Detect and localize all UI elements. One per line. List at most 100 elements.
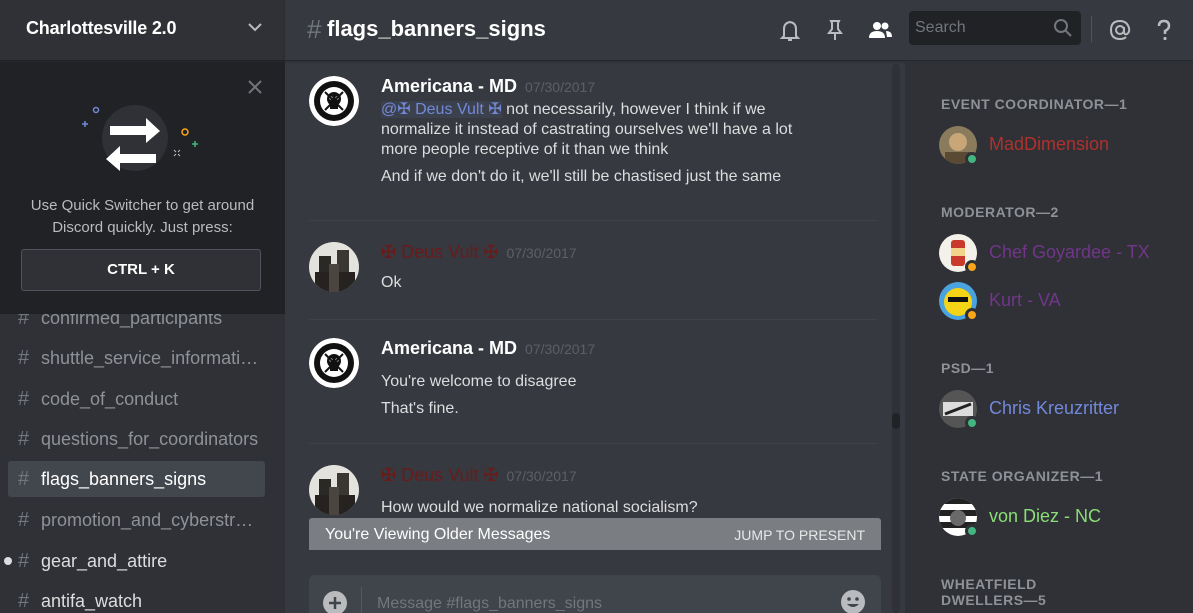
avatar[interactable] [309,338,359,388]
channel-promotion-and-cyberstrategy[interactable]: # promotion_and_cyberstrategy [8,502,265,538]
member-item[interactable]: Kurt - VA [939,280,1179,324]
author-name[interactable]: Americana - MD [381,338,517,358]
message-text: How would we normalize national socialis… [381,499,698,516]
message-timestamp: 07/30/2017 [506,245,577,261]
message-group: Americana - MD 07/30/2017 @✠ Deus Vult ✠ … [309,76,877,206]
emoji-icon[interactable] [839,588,867,613]
older-messages-text: You're Viewing Older Messages [325,526,551,543]
quick-switcher-shortcut: CTRL + K [21,249,261,291]
channel-title: flags_banners_signs [327,16,546,41]
member-name: Kurt - VA [989,290,1061,310]
message-text: That's fine. [381,400,459,417]
member-item[interactable]: Chris Kreuzritter [939,388,1179,432]
discord-window: Charlottesville 2.0 # confirmed_particip… [0,0,1193,613]
message-author[interactable]: Americana - MD 07/30/2017 [381,338,595,359]
members-icon[interactable] [867,17,893,43]
message-divider [309,319,877,320]
hash-icon: # [18,549,30,572]
role-header: WHEATFIELD DWELLERS—5 [941,576,1047,608]
message-text: normalize it instead of castrating ourse… [381,121,793,138]
help-icon[interactable] [1151,17,1177,43]
member-item[interactable]: MadDimension [939,124,1179,168]
member-item[interactable]: von Diez - NC [939,496,1179,540]
channel-label: antifa_watch [41,590,143,611]
online-status-icon [965,416,979,430]
message-text: You're welcome to disagree [381,373,577,390]
castle-avatar-icon [309,242,359,292]
member-name: MadDimension [989,134,1110,154]
author-name[interactable]: ✠ Deus Vult ✠ [381,465,499,485]
message-text: more people receptive of it than we thin… [381,141,669,158]
message-timestamp: 07/30/2017 [525,341,596,357]
pin-icon[interactable] [822,17,848,43]
message-timestamp: 07/30/2017 [506,468,577,484]
message-author[interactable]: Americana - MD 07/30/2017 [381,76,595,97]
jump-to-present-button[interactable]: JUMP TO PRESENT [734,527,865,543]
message-input[interactable] [377,591,817,613]
channel-label: questions_for_coordinators [41,428,259,449]
author-name[interactable]: ✠ Deus Vult ✠ [381,242,499,262]
message-text: @✠ Deus Vult ✠ not necessarily, however … [381,100,851,120]
mention-icon[interactable] [1107,17,1133,43]
message-author[interactable]: ✠ Deus Vult ✠ 07/30/2017 [381,465,577,486]
channel-label: gear_and_attire [41,550,168,571]
upload-plus-icon[interactable] [322,590,348,613]
channel-label: flags_banners_signs [41,468,207,489]
member-item[interactable]: Chef Goyardee - TX [939,232,1179,276]
avatar[interactable] [309,242,359,292]
channel-header: # flags_banners_signs [285,0,1193,61]
channel-label: code_of_conduct [41,388,179,409]
member-name: Chris Kreuzritter [989,398,1120,418]
message-text: And if we don't do it, we'll still be ch… [381,168,782,185]
message-group: ✠ Deus Vult ✠ 07/30/2017 How would we nor… [309,465,877,525]
composer-divider [361,587,362,613]
quick-switcher-line1: Use Quick Switcher to get around [30,197,255,214]
channel-label: shuttle_service_information [41,347,259,368]
search-icon[interactable] [1053,18,1073,38]
message-scrollbar[interactable] [892,64,900,613]
server-header[interactable]: Charlottesville 2.0 [0,0,285,61]
switch-arrows-icon [82,105,198,171]
search-box[interactable] [909,11,1081,45]
channel-questions-for-coordinators[interactable]: # questions_for_coordinators [8,421,265,457]
role-header: EVENT COORDINATOR—1 [941,96,1128,112]
bell-icon[interactable] [777,17,803,43]
hash-icon: # [18,387,30,410]
role-header: STATE ORGANIZER—1 [941,468,1103,484]
channel-shuttle-service-information[interactable]: # shuttle_service_information [8,340,265,376]
online-status-icon [965,524,979,538]
close-icon[interactable] [246,78,264,96]
scrollbar-thumb[interactable] [892,413,900,429]
hash-icon: # [18,508,30,531]
channel-label: promotion_and_cyberstrategy [41,509,259,530]
message-list: Americana - MD 07/30/2017 @✠ Deus Vult ✠ … [285,62,905,613]
member-name: von Diez - NC [989,506,1102,526]
idle-status-icon [965,308,979,322]
avatar[interactable] [309,76,359,126]
channel-sidebar: Charlottesville 2.0 # confirmed_particip… [0,0,285,613]
member-name: Chef Goyardee - TX [989,242,1150,262]
toolbar-divider [1091,16,1092,42]
message-author[interactable]: ✠ Deus Vult ✠ 07/30/2017 [381,242,577,263]
hash-icon: # [18,346,30,369]
message-group: Americana - MD 07/30/2017 You're welcome … [309,338,877,428]
message-text: Ok [381,274,402,291]
member-list: EVENT COORDINATOR—1 MadDimension MODERAT… [905,62,1193,613]
older-messages-banner: You're Viewing Older Messages JUMP TO PR… [309,518,881,550]
channel-flags-banners-signs[interactable]: # flags_banners_signs [8,461,265,497]
channel-gear-and-attire[interactable]: # gear_and_attire [4,543,265,579]
message-divider [309,443,877,444]
search-input[interactable] [915,16,1055,40]
message-group: ✠ Deus Vult ✠ 07/30/2017 Ok [309,242,877,302]
avatar[interactable] [309,465,359,515]
hash-icon: # [18,467,30,490]
channel-code-of-conduct[interactable]: # code_of_conduct [8,381,265,417]
channel-antifa-watch[interactable]: # antifa_watch [8,583,265,613]
chevron-down-icon[interactable] [246,18,264,36]
author-name[interactable]: Americana - MD [381,76,517,96]
user-mention[interactable]: @✠ Deus Vult ✠ [381,101,502,118]
server-name: Charlottesville 2.0 [26,18,177,38]
message-composer [309,575,881,613]
role-header: MODERATOR—2 [941,204,1059,220]
idle-status-icon [965,260,979,274]
